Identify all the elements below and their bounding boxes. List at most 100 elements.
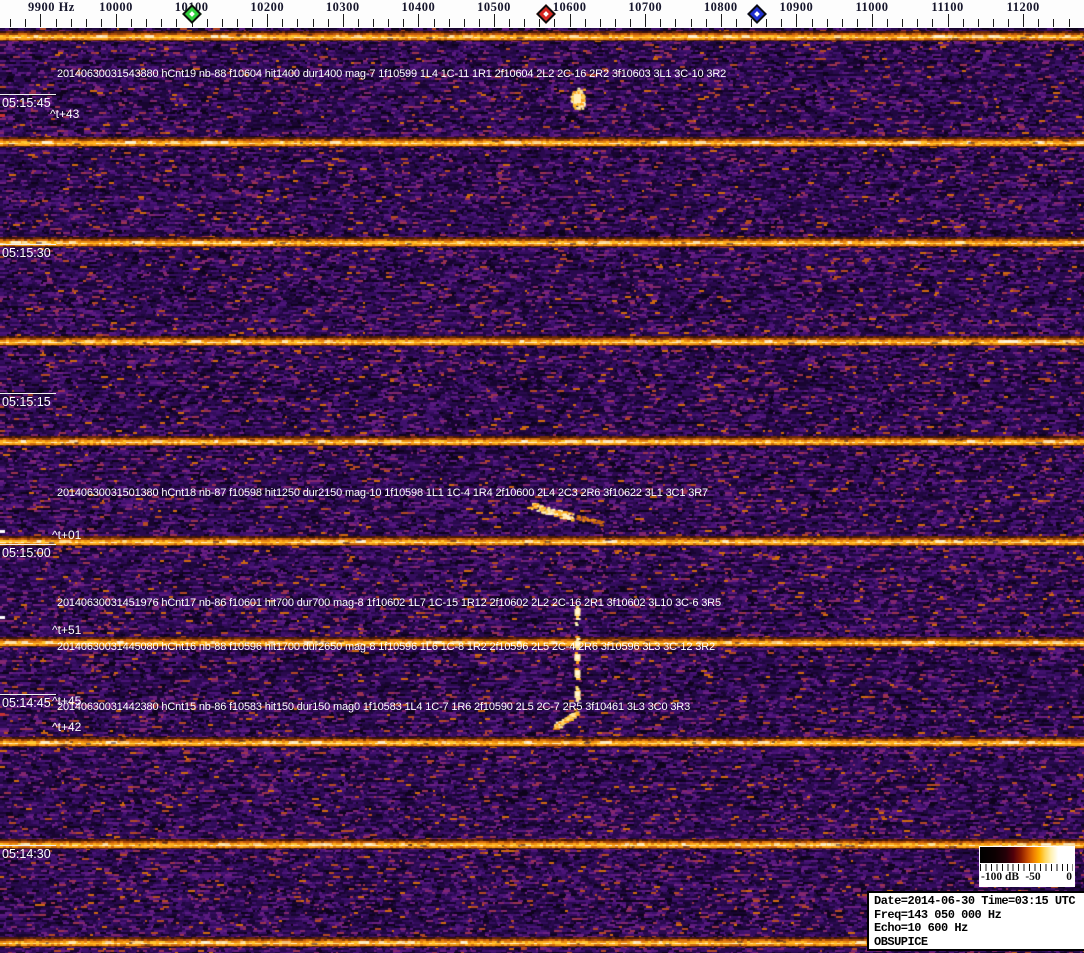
ruler-tick xyxy=(176,19,178,27)
ruler-tick xyxy=(327,19,329,27)
ruler-tick xyxy=(554,19,556,27)
ruler-tick xyxy=(660,19,662,27)
ruler-tick xyxy=(206,19,208,27)
ruler-tick xyxy=(509,19,511,27)
ruler-tick xyxy=(705,19,707,27)
ruler-tick xyxy=(584,19,586,27)
info-date-line: Date=2014-06-30 Time=03:15 UTC xyxy=(874,894,1076,908)
ruler-tick xyxy=(539,19,541,27)
ruler-label: 10800 xyxy=(703,0,738,14)
ruler-label: 11000 xyxy=(855,0,889,14)
colorbar-labels: -100 dB -50 0 xyxy=(979,871,1075,886)
colorbar-mid-label: -50 xyxy=(1025,871,1041,883)
ruler-tick xyxy=(856,19,858,27)
ruler-tick xyxy=(418,14,420,27)
ruler-tick xyxy=(569,14,571,27)
ruler-label: 10400 xyxy=(401,0,436,14)
ruler-tick xyxy=(977,19,979,27)
ruler-tick xyxy=(524,19,526,27)
ruler-tick xyxy=(962,19,964,27)
ruler-tick xyxy=(55,19,57,27)
colorbar-ticks xyxy=(980,864,1073,871)
ruler-tick xyxy=(796,14,798,27)
ruler-tick xyxy=(100,19,102,27)
info-echo-line: Echo=10 600 Hz xyxy=(874,921,968,935)
marker-dot xyxy=(189,11,195,17)
colorbar-legend: -100 dB -50 0 xyxy=(979,846,1075,887)
ruler-tick xyxy=(872,14,873,27)
ruler-tick xyxy=(448,19,450,27)
ruler-tick xyxy=(1023,14,1025,27)
ruler-tick xyxy=(1038,19,1040,27)
colorbar-min-label: -100 dB xyxy=(981,871,1020,883)
ruler-tick xyxy=(342,14,344,27)
ruler-label: 10900 xyxy=(779,0,814,14)
ruler-tick xyxy=(599,19,601,27)
ruler-tick xyxy=(826,19,828,27)
ruler-tick xyxy=(221,19,223,27)
ruler-tick xyxy=(645,14,647,27)
ruler-tick xyxy=(1008,19,1010,27)
ruler-label: 10000 xyxy=(99,0,133,14)
ruler-label: 11100 xyxy=(931,0,964,14)
ruler-tick xyxy=(463,19,465,27)
info-freq-line: Freq=143 050 000 Hz xyxy=(874,907,1002,922)
ruler-label: 10200 xyxy=(250,0,285,14)
ruler-tick xyxy=(403,19,405,27)
ruler-tick xyxy=(841,19,843,27)
ruler-tick xyxy=(932,19,934,27)
ruler-label: 10700 xyxy=(628,0,663,14)
ruler-label: 9900 Hz xyxy=(27,0,75,14)
ruler-tick xyxy=(478,19,480,27)
ruler-tick xyxy=(297,19,299,27)
ruler-tick xyxy=(902,19,904,27)
ruler-tick xyxy=(811,19,813,27)
ruler-tick xyxy=(630,19,632,27)
ruler-tick xyxy=(388,19,390,27)
meteor-spectrogram-display: { "app": {"name": "Radio meteor echo wat… xyxy=(0,0,1084,953)
ruler-label: 10500 xyxy=(477,0,511,14)
ruler-label: 10600 xyxy=(552,0,587,14)
ruler-tick xyxy=(614,19,616,27)
ruler-tick xyxy=(751,19,753,27)
marker-dot xyxy=(543,11,549,17)
ruler-label: 10300 xyxy=(325,0,360,14)
ruler-tick xyxy=(766,19,768,27)
ruler-tick xyxy=(40,14,42,27)
ruler-tick xyxy=(735,19,737,27)
ruler-tick xyxy=(887,19,889,27)
colorbar-gradient xyxy=(980,847,1073,863)
ruler-tick xyxy=(282,19,284,27)
ruler-label: 11200 xyxy=(1006,0,1040,14)
ruler-tick xyxy=(10,19,12,27)
ruler-tick xyxy=(131,19,133,27)
ruler-tick xyxy=(357,19,359,27)
ruler-tick xyxy=(675,19,677,27)
ruler-tick xyxy=(433,19,435,27)
spectrogram-canvas xyxy=(0,28,1084,953)
ruler-tick xyxy=(992,19,994,27)
observation-info-box: Date=2014-06-30 Time=03:15 UTC Freq=143 … xyxy=(867,891,1084,951)
ruler-tick xyxy=(373,19,375,27)
ruler-tick xyxy=(917,19,919,27)
ruler-tick xyxy=(1053,19,1055,27)
ruler-tick xyxy=(116,14,117,27)
ruler-tick xyxy=(720,14,722,27)
ruler-tick xyxy=(146,19,148,27)
ruler-tick xyxy=(25,19,27,27)
ruler-tick xyxy=(494,14,495,27)
ruler-tick xyxy=(690,19,692,27)
ruler-tick xyxy=(236,19,238,27)
ruler-tick xyxy=(312,19,314,27)
colorbar-max-label: 0 xyxy=(1066,871,1072,883)
ruler-tick xyxy=(1068,19,1070,27)
frequency-ruler: 9900 Hz100001010010200103001040010500106… xyxy=(0,0,1084,28)
ruler-tick xyxy=(781,19,783,27)
ruler-tick xyxy=(267,14,269,27)
ruler-tick xyxy=(70,19,72,27)
ruler-tick xyxy=(161,19,163,27)
marker-dot xyxy=(754,11,760,17)
ruler-tick xyxy=(252,19,254,27)
ruler-tick xyxy=(947,14,949,27)
ruler-tick xyxy=(85,19,87,27)
